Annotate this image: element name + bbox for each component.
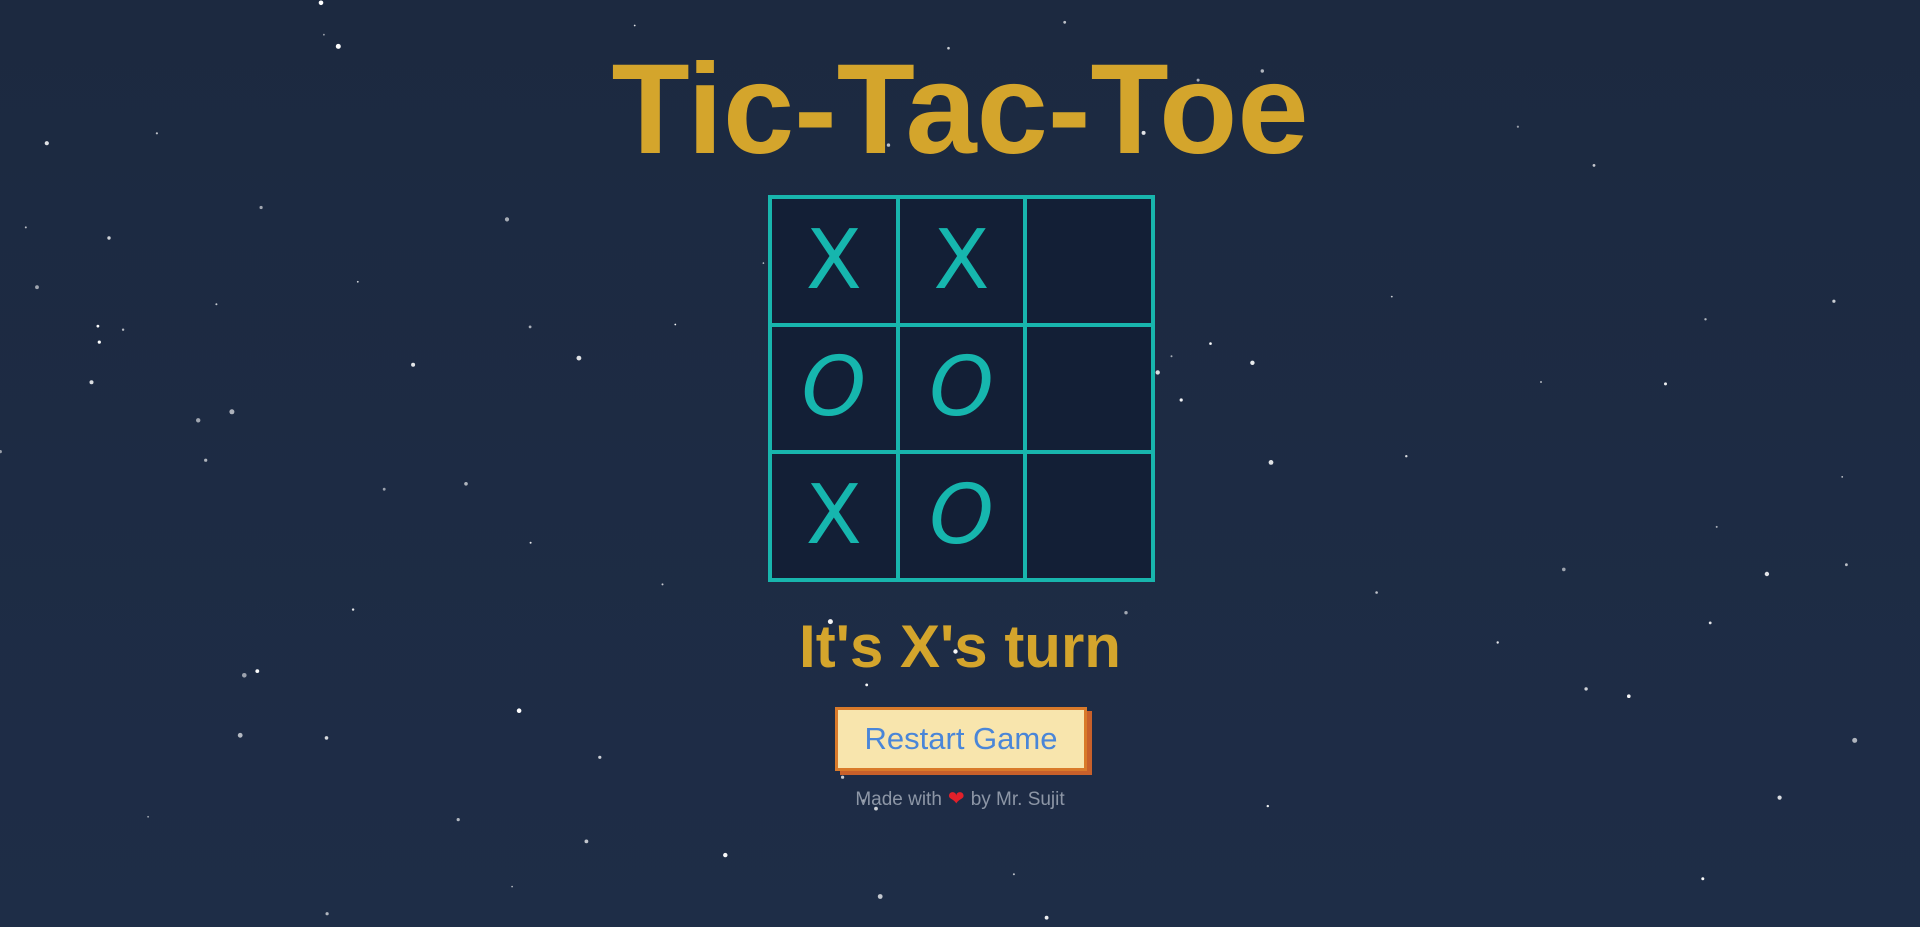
- star-dot: [511, 885, 513, 888]
- star-dot: [324, 736, 329, 740]
- star-dot: [351, 608, 355, 611]
- star-dot: [1584, 687, 1588, 691]
- star-dot: [96, 324, 100, 328]
- star-dot: [229, 409, 235, 415]
- star-dot: [259, 205, 263, 210]
- star-dot: [1764, 571, 1770, 577]
- star-dot: [382, 487, 386, 491]
- star-dot: [1250, 360, 1255, 365]
- star-dot: [1715, 525, 1718, 528]
- star-dot: [0, 450, 2, 454]
- star-dot: [576, 355, 582, 361]
- heart-icon: ❤: [947, 788, 965, 810]
- star-dot: [841, 775, 845, 779]
- star-dot: [1268, 460, 1274, 465]
- star-dot: [1063, 20, 1067, 24]
- star-dot: [464, 482, 468, 486]
- footer-prefix: Made with: [855, 789, 942, 810]
- star-dot: [1664, 382, 1667, 386]
- star-dot: [456, 818, 460, 822]
- star-dot: [516, 708, 522, 713]
- star-dot: [1170, 355, 1173, 358]
- board-cell-5[interactable]: O: [897, 324, 1026, 453]
- star-dot: [723, 852, 728, 858]
- star-dot: [598, 755, 602, 759]
- star-dot: [318, 0, 324, 6]
- board-cell-9[interactable]: [1025, 452, 1153, 580]
- star-dot: [97, 340, 101, 344]
- board-cell-2[interactable]: X: [897, 197, 1026, 325]
- star-dot: [1852, 737, 1858, 743]
- star-dot: [528, 325, 532, 329]
- star-dot: [1375, 591, 1378, 594]
- star-dot: [107, 236, 111, 240]
- game-title: Tic-Tac-Toe: [611, 38, 1309, 181]
- star-dot: [237, 732, 243, 738]
- star-dot: [1627, 694, 1631, 698]
- star-dot: [1179, 398, 1183, 402]
- star-dot: [1841, 476, 1844, 478]
- star-dot: [1845, 563, 1848, 567]
- star-dot: [121, 328, 125, 331]
- star-dot: [323, 33, 325, 36]
- game-board: X X O O X O: [768, 195, 1155, 582]
- star-dot: [1832, 299, 1836, 303]
- board-cell-6[interactable]: [1025, 324, 1153, 453]
- star-dot: [865, 683, 869, 687]
- star-dot: [1540, 381, 1542, 383]
- star-dot: [204, 458, 208, 462]
- star-dot: [877, 894, 883, 899]
- star-dot: [1562, 567, 1566, 572]
- star-dot: [325, 912, 329, 916]
- star-dot: [89, 380, 94, 385]
- star-dot: [1155, 370, 1160, 375]
- star-dot: [661, 583, 664, 586]
- board-cell-4[interactable]: O: [770, 324, 898, 453]
- star-dot: [633, 24, 636, 27]
- board-cell-1[interactable]: X: [770, 197, 898, 325]
- star-dot: [147, 815, 150, 818]
- star-dot: [1390, 295, 1393, 298]
- star-dot: [1701, 877, 1705, 881]
- star-dot: [411, 362, 416, 367]
- footer-credit: Made with ❤ by Mr. Sujit: [0, 786, 1920, 811]
- star-dot: [674, 323, 677, 326]
- restart-game-button[interactable]: Restart Game: [835, 707, 1087, 771]
- star-dot: [1044, 915, 1049, 920]
- star-dot: [762, 262, 765, 264]
- footer-suffix: by Mr. Sujit: [970, 789, 1065, 810]
- star-dot: [1209, 342, 1212, 345]
- star-dot: [196, 418, 201, 423]
- star-dot: [504, 217, 510, 222]
- star-dot: [529, 541, 532, 544]
- board-cell-3[interactable]: [1025, 197, 1153, 325]
- star-dot: [1704, 318, 1707, 321]
- turn-status: It's X's turn: [799, 613, 1121, 680]
- star-dot: [35, 285, 39, 290]
- star-dot: [356, 280, 359, 283]
- star-dot: [24, 226, 27, 229]
- star-dot: [1405, 455, 1408, 458]
- board-cell-8[interactable]: O: [897, 452, 1026, 580]
- star-dot: [1012, 873, 1015, 876]
- board-cell-7[interactable]: X: [770, 452, 898, 580]
- star-dot: [215, 303, 218, 306]
- star-dot: [584, 839, 589, 844]
